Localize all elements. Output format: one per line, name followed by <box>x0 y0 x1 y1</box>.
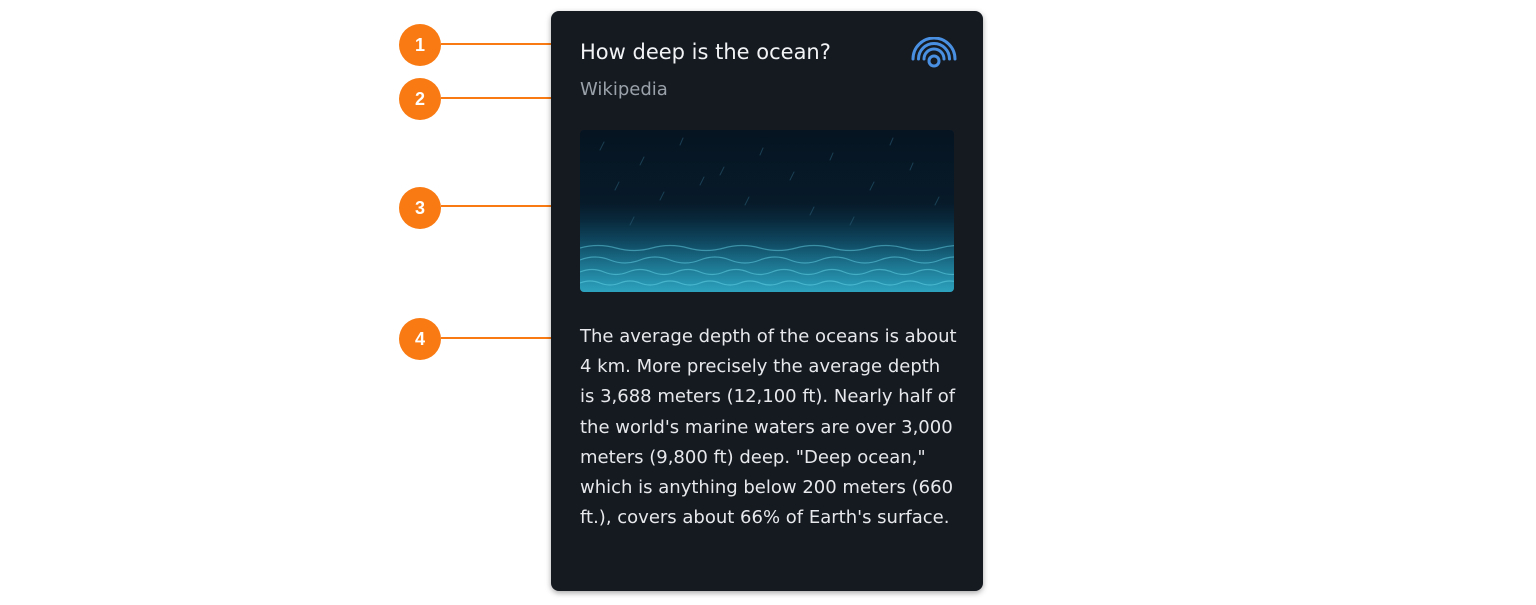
callout-badge-1: 1 <box>399 24 441 66</box>
card-title: How deep is the ocean? <box>580 40 831 64</box>
answer-card[interactable]: How deep is the ocean? Wikipedia The ave… <box>551 11 983 591</box>
ocean-underwater-image <box>580 130 954 292</box>
callout-badge-4: 4 <box>399 318 441 360</box>
card-source[interactable]: Wikipedia <box>580 79 668 100</box>
card-body-text: The average depth of the oceans is about… <box>580 326 957 529</box>
broadcast-signal-icon <box>911 37 957 68</box>
callout-badge-3: 3 <box>399 187 441 229</box>
callout-badge-2: 2 <box>399 78 441 120</box>
